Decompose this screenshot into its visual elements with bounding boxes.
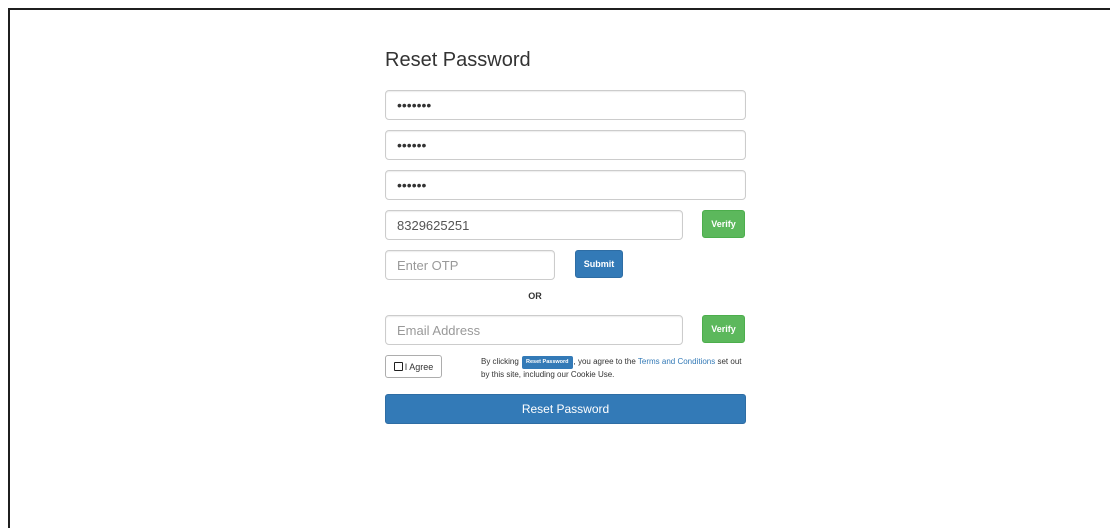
otp-input[interactable]: Enter OTP (385, 250, 555, 280)
confirm-password-value: •••••• (397, 177, 427, 193)
new-password-input[interactable]: •••••• (385, 130, 746, 160)
mobile-number-value: 8329625251 (397, 217, 470, 233)
terms-middle: , you agree to the (573, 357, 636, 366)
page-title: Reset Password (385, 49, 531, 71)
reset-password-button[interactable]: Reset Password (385, 394, 746, 424)
terms-link[interactable]: Terms and Conditions (638, 357, 715, 366)
or-divider-label: OR (528, 291, 542, 301)
terms-prefix: By clicking (481, 357, 519, 366)
confirm-password-input[interactable]: •••••• (385, 170, 746, 200)
otp-submit-button[interactable]: Submit (575, 250, 623, 278)
agree-checkbox-button[interactable]: I Agree (385, 355, 442, 378)
current-password-input[interactable]: ••••••• (385, 90, 746, 120)
terms-badge: Reset Password (522, 356, 573, 369)
otp-placeholder: Enter OTP (397, 257, 459, 273)
page-frame (8, 8, 1110, 528)
current-password-value: ••••••• (397, 97, 432, 113)
agree-label: I Agree (404, 361, 434, 372)
email-verify-button[interactable]: Verify (702, 315, 745, 343)
mobile-number-input[interactable]: 8329625251 (385, 210, 683, 240)
email-input[interactable]: Email Address (385, 315, 683, 345)
checkbox-icon (393, 362, 403, 371)
new-password-value: •••••• (397, 137, 427, 153)
email-placeholder: Email Address (397, 322, 481, 338)
terms-text: By clicking Reset Password, you agree to… (481, 356, 743, 380)
mobile-verify-button[interactable]: Verify (702, 210, 745, 238)
